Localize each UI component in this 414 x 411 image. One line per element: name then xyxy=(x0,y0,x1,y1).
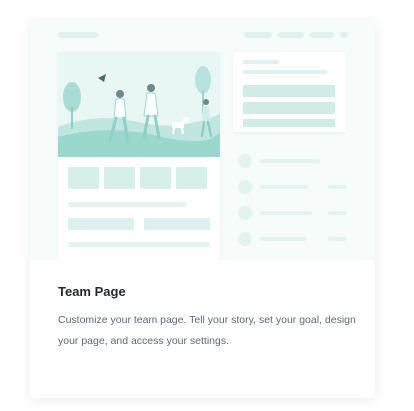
card-title[interactable]: Team Page xyxy=(58,284,126,299)
preview-text-line xyxy=(243,60,279,64)
preview-nav-item xyxy=(278,32,304,38)
preview-block xyxy=(144,218,210,230)
preview-nav-item xyxy=(340,32,348,38)
preview-nav-item xyxy=(310,32,334,38)
preview-thumbnail xyxy=(68,167,99,189)
preview-text-line xyxy=(260,237,306,241)
preview-text-line xyxy=(328,185,346,189)
people-walking-image xyxy=(58,52,220,157)
preview-block xyxy=(243,85,335,97)
team-page-preview-illustration xyxy=(30,20,375,260)
preview-avatar-dot xyxy=(238,154,252,168)
preview-block xyxy=(243,119,335,127)
preview-thumbnail xyxy=(140,167,171,189)
preview-thumbnail xyxy=(104,167,135,189)
preview-nav-item xyxy=(244,32,272,38)
preview-avatar-dot xyxy=(238,232,252,246)
preview-text-line xyxy=(260,159,320,163)
preview-block xyxy=(243,102,335,114)
preview-text-line xyxy=(328,211,346,215)
preview-text-line xyxy=(260,211,312,215)
preview-text-line xyxy=(243,70,327,74)
preview-text-line xyxy=(260,185,308,189)
preview-text-line xyxy=(68,202,186,207)
preview-thumbnail xyxy=(176,167,207,189)
card-description: Customize your team page. Tell your stor… xyxy=(58,314,356,347)
preview-avatar-dot xyxy=(238,180,252,194)
team-page-card[interactable]: Team Page Customize your team page. Tell… xyxy=(30,20,375,398)
preview-text-line xyxy=(68,242,210,247)
preview-text-line xyxy=(328,237,346,241)
preview-block xyxy=(68,218,134,230)
card-body: Team Page Customize your team page. Tell… xyxy=(30,260,375,398)
preview-avatar-dot xyxy=(238,206,252,220)
preview-logo-placeholder xyxy=(58,32,98,38)
preview-hero-panel xyxy=(58,52,220,260)
preview-side-panel xyxy=(233,52,346,132)
